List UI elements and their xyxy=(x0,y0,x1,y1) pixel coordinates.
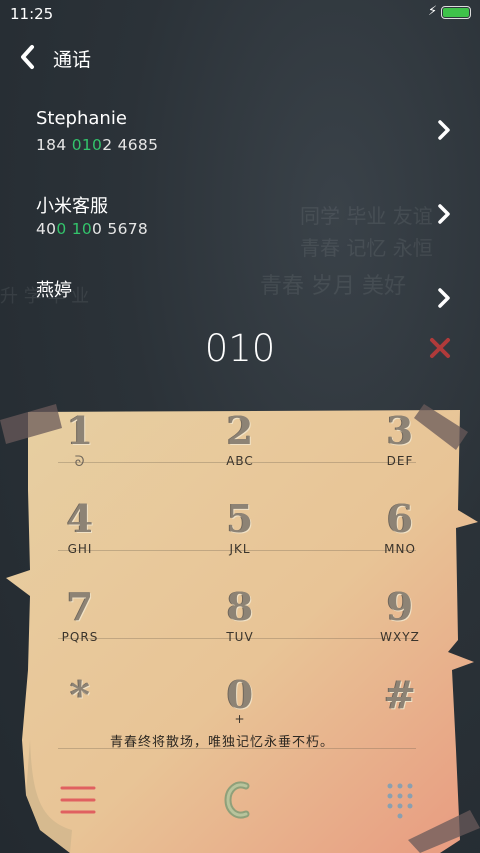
status-bar: 11:25 ⚡ xyxy=(0,0,480,28)
battery-icon xyxy=(441,6,471,19)
key-hash[interactable]: # xyxy=(340,668,460,748)
key-4[interactable]: 4 GHI xyxy=(20,492,140,572)
voicemail-icon: ᘐ xyxy=(74,454,86,470)
header: 通话 xyxy=(0,28,480,86)
charging-icon: ⚡ xyxy=(428,4,438,19)
contact-item[interactable]: Stephanie 184 0102 4685 xyxy=(0,108,480,180)
chevron-right-icon xyxy=(438,204,450,224)
chevron-right-icon xyxy=(438,288,450,308)
keypad-toggle-button[interactable] xyxy=(380,778,420,822)
contact-name: 小米客服 xyxy=(36,196,108,217)
delete-button[interactable] xyxy=(427,335,453,361)
contact-name: 燕婷 xyxy=(36,280,72,301)
key-5[interactable]: 5 JKL xyxy=(180,492,300,572)
key-6[interactable]: 6 MNO xyxy=(340,492,460,572)
contact-item[interactable]: 小米客服 400 100 5678 xyxy=(0,192,480,264)
status-time: 11:25 xyxy=(10,5,54,23)
key-2[interactable]: 2 ABC xyxy=(180,404,300,484)
menu-icon xyxy=(60,786,96,814)
call-button[interactable] xyxy=(218,776,262,824)
page-title: 通话 xyxy=(53,49,92,71)
menu-button[interactable] xyxy=(56,780,100,820)
key-3[interactable]: 3 DEF xyxy=(340,404,460,484)
contact-name: Stephanie xyxy=(36,108,127,129)
key-7[interactable]: 7 PQRS xyxy=(20,580,140,660)
back-button[interactable] xyxy=(14,42,44,72)
key-1[interactable]: 1 ᘐ xyxy=(20,404,140,484)
contact-number: 400 100 5678 xyxy=(36,220,149,238)
dialed-digits: 010 xyxy=(204,327,276,370)
paper-quote: 青春终将散场，唯独记忆永垂不朽。 xyxy=(110,735,335,750)
keypad-icon xyxy=(387,783,413,819)
key-8[interactable]: 8 TUV xyxy=(180,580,300,660)
close-icon xyxy=(430,338,450,358)
key-9[interactable]: 9 WXYZ xyxy=(340,580,460,660)
chevron-right-icon xyxy=(438,120,450,140)
chevron-left-icon xyxy=(21,45,34,69)
contact-number: 184 0102 4685 xyxy=(36,136,159,154)
dialer-screen: 同学 毕业 友谊 青春 记忆 永恒 青春 岁月 美好 升 学 毕 业 11:25… xyxy=(0,0,480,853)
phone-icon xyxy=(224,781,250,819)
